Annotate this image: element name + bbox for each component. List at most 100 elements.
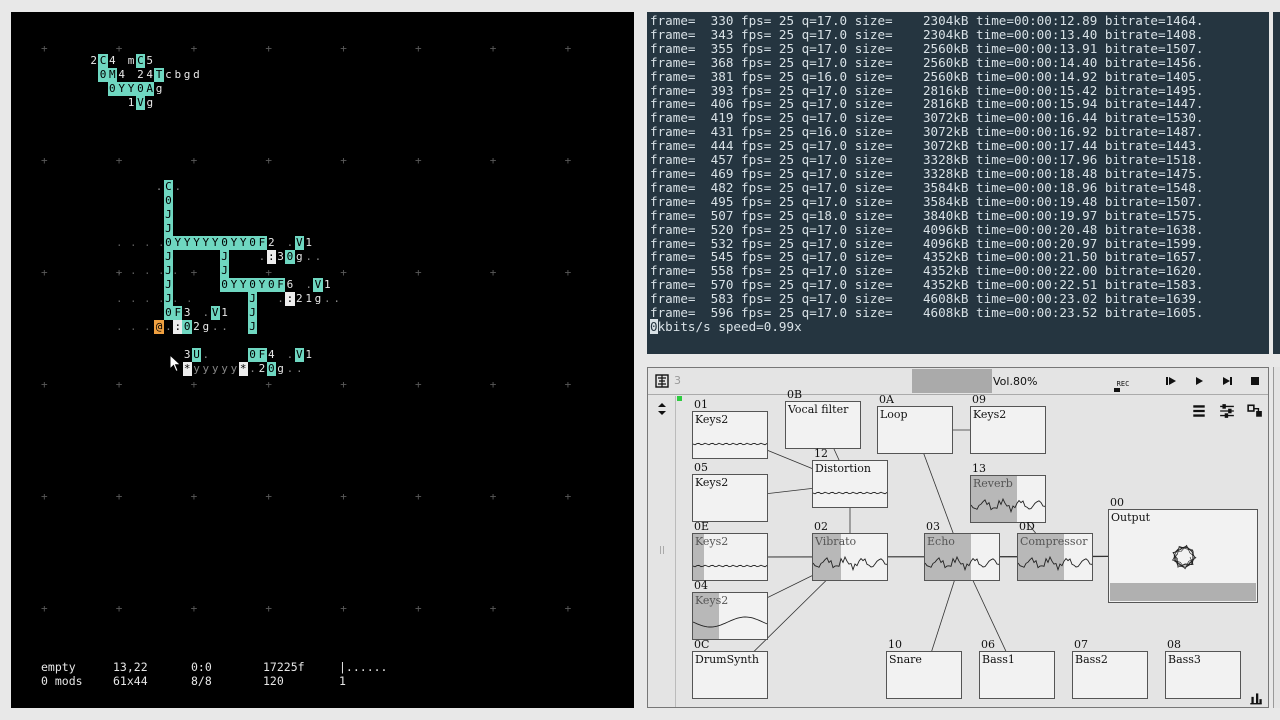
grid-marker: + [564,490,572,503]
grid-marker: + [489,378,497,391]
orca-cell: . [314,250,322,263]
orca-row[interactable]: J [163,208,174,222]
grid-marker: + [41,490,48,503]
orca-empty [211,292,220,306]
module-node[interactable]: 07 Bass2 [1072,638,1148,699]
module-node[interactable]: 0B Vocal filter [785,388,861,449]
orca-cell: 0 [135,82,146,96]
module-node[interactable]: 04 Keys2 [692,579,768,640]
module-box[interactable]: Keys2 [970,406,1046,454]
orca-row[interactable]: J J .:21g.. [163,292,342,306]
module-box[interactable]: Echo [924,533,1000,581]
module-box[interactable]: Vibrato [812,533,888,581]
module-box[interactable]: Bass3 [1165,651,1241,699]
module-node[interactable]: 03 Echo [924,520,1000,581]
orca-grid-editor[interactable]: + + + + + + + + + + + + + + + + + + + + + + + + + + + + + + + + + + + + + + + +… [11,12,634,708]
orca-cell: 1 [305,236,312,249]
orca-row[interactable]: J 0YY0Y0F6 .V1 [163,278,332,292]
orca-cell: 0 [247,236,258,250]
module-node[interactable]: 12 Distortion [812,447,888,508]
orca-cell: 0 [247,348,258,362]
orca-cell: J [163,292,174,306]
record-level-icon [1114,388,1120,392]
module-box[interactable]: Output [1108,509,1258,603]
orca-row[interactable]: 0YYYYY0YY0F2 .V1 [163,236,314,250]
orca-cell: Y [117,82,127,96]
module-box[interactable]: Bass1 [979,651,1055,699]
module-box[interactable]: Vocal filter [785,401,861,449]
play-icon[interactable] [1192,374,1206,388]
routing-icon[interactable] [1247,403,1263,419]
module-node[interactable]: 08 Bass3 [1165,638,1241,699]
module-node[interactable]: 0E Keys2 [692,520,768,581]
module-node[interactable]: 13 Reverb [970,462,1046,523]
play-from-start-icon[interactable] [1164,374,1178,388]
module-node[interactable]: 0A Loop [877,393,953,454]
orca-row[interactable]: 0M4 24Tcbgd [98,68,201,82]
orca-row[interactable]: J [163,222,174,236]
module-node[interactable]: 05 Keys2 [692,461,768,522]
grid-marker: + [265,42,273,55]
module-node[interactable]: 00 Output [1108,496,1258,603]
terminal-window[interactable]: frame= 330 fps= 25 q=17.0 size= 2304kB t… [647,12,1269,354]
list-icon[interactable] [1191,403,1207,419]
grid-marker: + [415,490,422,503]
grid-marker: + [489,154,497,167]
module-box[interactable]: Keys2 [692,411,768,459]
module-box[interactable]: Snare [886,651,962,699]
orca-row[interactable]: 0F3 .V1 J [163,306,258,320]
module-box[interactable]: Reverb [970,475,1046,523]
module-box[interactable]: Distortion [812,460,888,508]
module-node[interactable]: 09 Keys2 [970,393,1046,454]
orca-status-row-1: empty 13,22 0:0 17225f |...... [41,660,387,674]
module-node[interactable]: 01 Keys2 [692,398,768,459]
orca-cell: 2 [193,320,200,333]
waveform-icon [971,497,1045,514]
orca-row[interactable]: * y y y y y *. 2 0 g.. [182,362,304,376]
orca-row[interactable]: J J [163,264,230,278]
module-box[interactable]: Keys2 [692,474,768,522]
orca-row[interactable]: @.:0 2 g.. J [154,320,258,334]
orca-cell: y [202,362,210,375]
orca-row[interactable]: 0YY0Ag [107,82,164,96]
orca-row[interactable]: 3U. 0F4 .V1 [183,348,314,362]
module-id: 09 [972,393,986,406]
module-box[interactable]: Bass2 [1072,651,1148,699]
sort-arrows-icon[interactable] [656,402,668,416]
orca-cell: A [145,82,155,96]
module-box[interactable]: DrumSynth [692,651,768,699]
step-forward-icon[interactable] [1220,374,1234,388]
module-node[interactable]: 0D Compressor [1017,520,1093,581]
module-node[interactable]: 02 Vibrato [812,520,888,581]
modular-patch-editor[interactable]: 3 Vol.80% REC 01 Keys2 0B Vocal filter 0A Loo… [647,367,1269,708]
orca-cell: . [277,292,284,305]
orca-empty [239,306,248,320]
orca-cell: 0 [182,320,192,334]
module-box[interactable]: Compressor [1017,533,1093,581]
orca-row[interactable]: 0 [163,194,174,208]
orca-empty [295,278,304,292]
orca-row[interactable]: J J .:30g.. [163,250,323,264]
module-box[interactable]: Keys2 [692,592,768,640]
orca-row[interactable]: 1Vg [126,96,154,110]
status-cell: 120 [263,674,284,688]
volume-slider[interactable] [912,369,992,393]
stop-icon[interactable] [1248,374,1262,388]
module-box[interactable]: Loop [877,406,953,454]
orca-row[interactable]: 2C4 mC5 [89,54,154,68]
mouse-pointer-icon [169,354,182,373]
module-node[interactable]: 0C DrumSynth [692,638,768,699]
module-node[interactable]: 10 Snare [886,638,962,699]
module-node[interactable]: 06 Bass1 [979,638,1055,699]
drag-handle-icon[interactable] [660,546,664,554]
orca-cell: y [211,362,219,375]
module-box[interactable]: Keys2 [692,533,768,581]
orca-empty [220,348,229,362]
orca-cell: . [305,250,312,263]
mixer-icon[interactable] [1219,403,1235,419]
scale-icon[interactable] [1248,690,1264,706]
grid-marker: + [115,602,123,615]
waveform-icon [1018,555,1092,572]
orca-cell: Y [238,236,248,250]
orca-row[interactable]: .C. [154,180,182,194]
